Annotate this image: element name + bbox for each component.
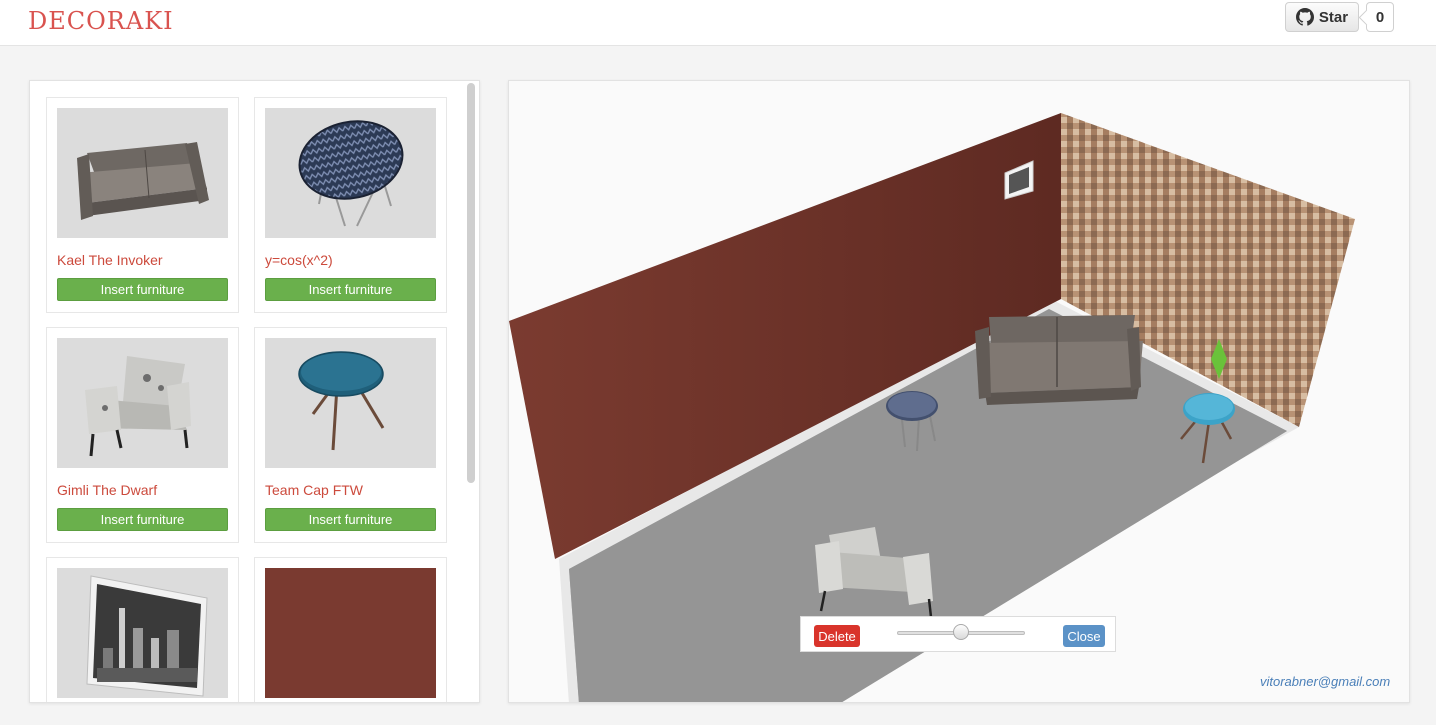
catalog-card: y=cos(x^2) Insert furniture (254, 97, 447, 313)
round-table-thumbnail (265, 108, 436, 238)
armchair-thumbnail (57, 338, 228, 468)
catalog-scrollbar[interactable] (467, 83, 475, 483)
insert-furniture-button[interactable]: Insert furniture (265, 278, 436, 301)
scale-slider-handle[interactable] (953, 624, 969, 640)
logo[interactable]: DECORAKI (28, 7, 174, 35)
wall-color-swatch-thumbnail (265, 568, 436, 698)
furniture-catalog[interactable]: Kael The Invoker Insert furniture y=cos(… (29, 80, 480, 703)
github-star-button[interactable]: Star (1285, 2, 1359, 32)
github-star-count[interactable]: 0 (1366, 2, 1394, 32)
scene-sofa (975, 315, 1143, 405)
insert-furniture-button[interactable]: Insert furniture (265, 508, 436, 531)
insert-furniture-button[interactable]: Insert furniture (57, 508, 228, 531)
catalog-card: Gimli The Dwarf Insert furniture (46, 327, 239, 543)
top-bar: DECORAKI Star 0 (0, 0, 1436, 46)
delete-button[interactable]: Delete (814, 625, 860, 647)
room-scene[interactable] (509, 81, 1410, 703)
close-button[interactable]: Close (1063, 625, 1105, 647)
catalog-item-title: y=cos(x^2) (265, 252, 333, 268)
github-star-label: Star (1318, 8, 1349, 26)
github-icon (1295, 8, 1314, 26)
insert-furniture-button[interactable]: Insert furniture (57, 278, 228, 301)
catalog-item-title: Gimli The Dwarf (57, 482, 158, 498)
catalog-card (254, 557, 447, 702)
catalog-card: Team Cap FTW Insert furniture (254, 327, 447, 543)
room-viewer[interactable] (508, 80, 1410, 703)
catalog-item-title: Team Cap FTW (265, 482, 364, 498)
contact-email-link[interactable]: vitorabner@gmail.com (1260, 674, 1390, 689)
blue-table-thumbnail (265, 338, 436, 468)
picture-frame-thumbnail (57, 568, 228, 698)
object-controls: Delete Close (800, 616, 1116, 652)
catalog-card (46, 557, 239, 702)
sofa-thumbnail (57, 108, 228, 238)
catalog-card: Kael The Invoker Insert furniture (46, 97, 239, 313)
catalog-item-title: Kael The Invoker (57, 252, 163, 268)
